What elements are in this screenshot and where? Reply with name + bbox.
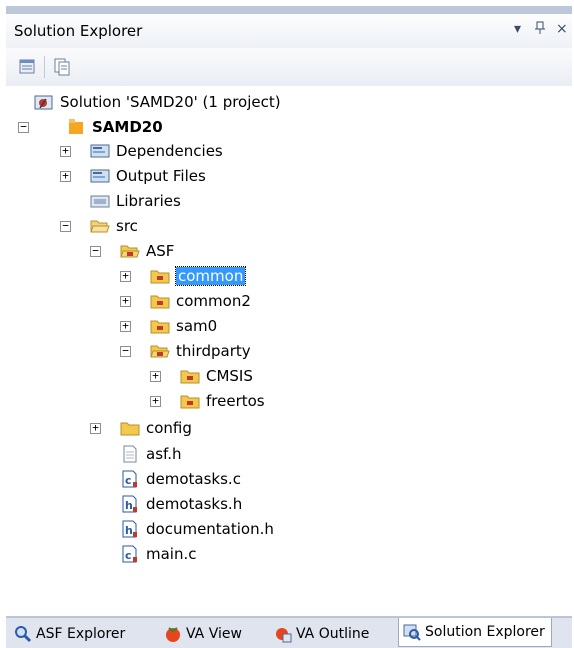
expand-icon[interactable]: +: [60, 145, 71, 157]
folder-icon: [180, 392, 200, 410]
folder-icon: [180, 367, 200, 385]
expand-icon[interactable]: +: [120, 270, 131, 282]
svg-text:h: h: [125, 524, 133, 537]
svg-text:c: c: [125, 549, 132, 562]
tool-window-tabs: ASF Explorer VA View VA Outline Solution…: [6, 617, 572, 648]
tree-item-sam0[interactable]: sam0: [150, 314, 217, 338]
tomato-outline-icon: [274, 625, 292, 643]
expand-icon[interactable]: +: [120, 295, 131, 307]
tree-item-freertos[interactable]: freertos: [180, 389, 265, 413]
tree-item-config[interactable]: config: [120, 416, 192, 440]
tab-solution-explorer[interactable]: Solution Explorer: [398, 618, 552, 647]
toolbar-separator: [44, 56, 45, 78]
show-all-files-icon[interactable]: [52, 58, 72, 76]
tree-item-asf[interactable]: ASF: [120, 239, 174, 263]
folder-icon: [120, 419, 140, 437]
c-file-icon: c: [120, 545, 140, 563]
svg-text:h: h: [125, 499, 133, 512]
tab-va-outline[interactable]: VA Outline: [274, 623, 369, 645]
expand-icon[interactable]: +: [150, 370, 161, 382]
tree-item-documentation-h[interactable]: h documentation.h: [120, 517, 274, 541]
output-files-icon: [90, 167, 110, 185]
tab-va-view[interactable]: VA View: [164, 623, 242, 645]
collapse-icon[interactable]: −: [120, 345, 131, 357]
toolbar: [6, 48, 572, 87]
solution-explorer-icon: [403, 623, 421, 641]
tree-item-libraries[interactable]: Libraries: [90, 189, 181, 213]
tree-item-dependencies[interactable]: Dependencies: [90, 139, 223, 163]
folder-icon: [150, 292, 170, 310]
h-file-icon: h: [120, 495, 140, 513]
panel-title: Solution Explorer: [14, 22, 143, 40]
dropdown-icon[interactable]: ▾: [514, 21, 521, 37]
open-folder-icon: [150, 342, 170, 360]
open-folder-icon: [120, 242, 140, 260]
solution-tree: Solution 'SAMD20' (1 project) − SAMD20 +…: [6, 86, 572, 616]
magnifier-icon: [14, 625, 32, 643]
tree-item-src[interactable]: src: [90, 214, 138, 238]
tree-item-asf-h[interactable]: asf.h: [120, 442, 181, 466]
tree-item-thirdparty[interactable]: thirdparty: [150, 339, 251, 363]
tree-item-output-files[interactable]: Output Files: [90, 164, 206, 188]
solution-icon: [34, 93, 54, 111]
folder-icon: [150, 267, 170, 285]
pin-icon[interactable]: [534, 21, 546, 39]
properties-icon[interactable]: [18, 58, 38, 76]
expand-icon[interactable]: +: [60, 170, 71, 182]
tree-item-main-c[interactable]: c main.c: [120, 542, 197, 566]
h-file-icon: h: [120, 520, 140, 538]
tomato-icon: [164, 625, 182, 643]
libraries-icon: [90, 192, 110, 210]
tree-item-solution[interactable]: Solution 'SAMD20' (1 project): [34, 90, 281, 114]
folder-icon: [150, 317, 170, 335]
open-folder-icon: [90, 217, 110, 235]
tree-item-common2[interactable]: common2: [150, 289, 251, 313]
tree-item-demotasks-h[interactable]: h demotasks.h: [120, 492, 242, 516]
header-file-icon: [120, 445, 140, 463]
tree-item-common[interactable]: common: [150, 264, 247, 288]
tree-item-demotasks-c[interactable]: c demotasks.c: [120, 467, 241, 491]
title-bar: Solution Explorer ▾ ×: [6, 14, 572, 49]
c-file-icon: c: [120, 470, 140, 488]
collapse-icon[interactable]: −: [18, 121, 29, 133]
expand-icon[interactable]: +: [120, 320, 131, 332]
tree-item-cmsis[interactable]: CMSIS: [180, 364, 253, 388]
expand-icon[interactable]: +: [90, 422, 101, 434]
tab-asf-explorer[interactable]: ASF Explorer: [14, 623, 125, 645]
collapse-icon[interactable]: −: [60, 220, 71, 232]
collapse-icon[interactable]: −: [90, 245, 101, 257]
tree-item-project[interactable]: SAMD20: [66, 115, 163, 139]
dependencies-icon: [90, 142, 110, 160]
project-icon: [66, 118, 86, 136]
close-icon[interactable]: ×: [556, 21, 568, 37]
svg-text:c: c: [125, 474, 132, 487]
expand-icon[interactable]: +: [150, 395, 161, 407]
